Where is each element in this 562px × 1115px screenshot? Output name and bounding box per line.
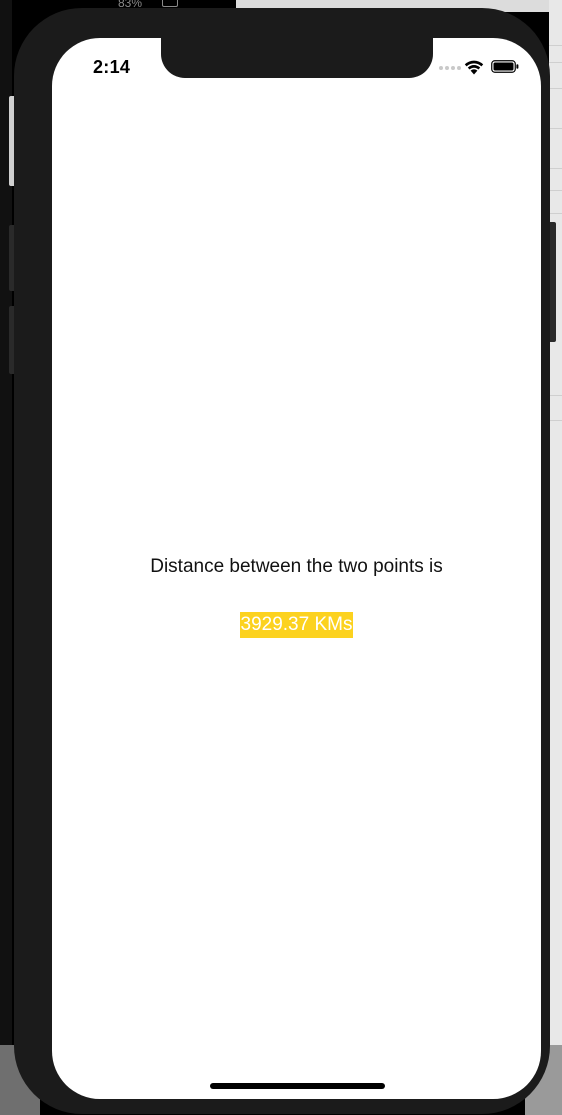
distance-label: Distance between the two points is [150, 556, 443, 577]
device-screen: 2:14 Distance between the two points is … [52, 38, 541, 1099]
main-content: Distance between the two points is 3929.… [52, 38, 541, 1099]
distance-value: 3929.37 KMs [239, 612, 354, 638]
simulator-window: 83% 2:14 Distance between the two points… [0, 0, 562, 1115]
desktop-backdrop-right [549, 0, 562, 1115]
home-indicator[interactable] [210, 1083, 385, 1089]
host-battery-icon [162, 0, 178, 7]
device-frame: 2:14 Distance between the two points is … [14, 8, 550, 1114]
distance-value-container: 3929.37 KMs [52, 612, 541, 638]
